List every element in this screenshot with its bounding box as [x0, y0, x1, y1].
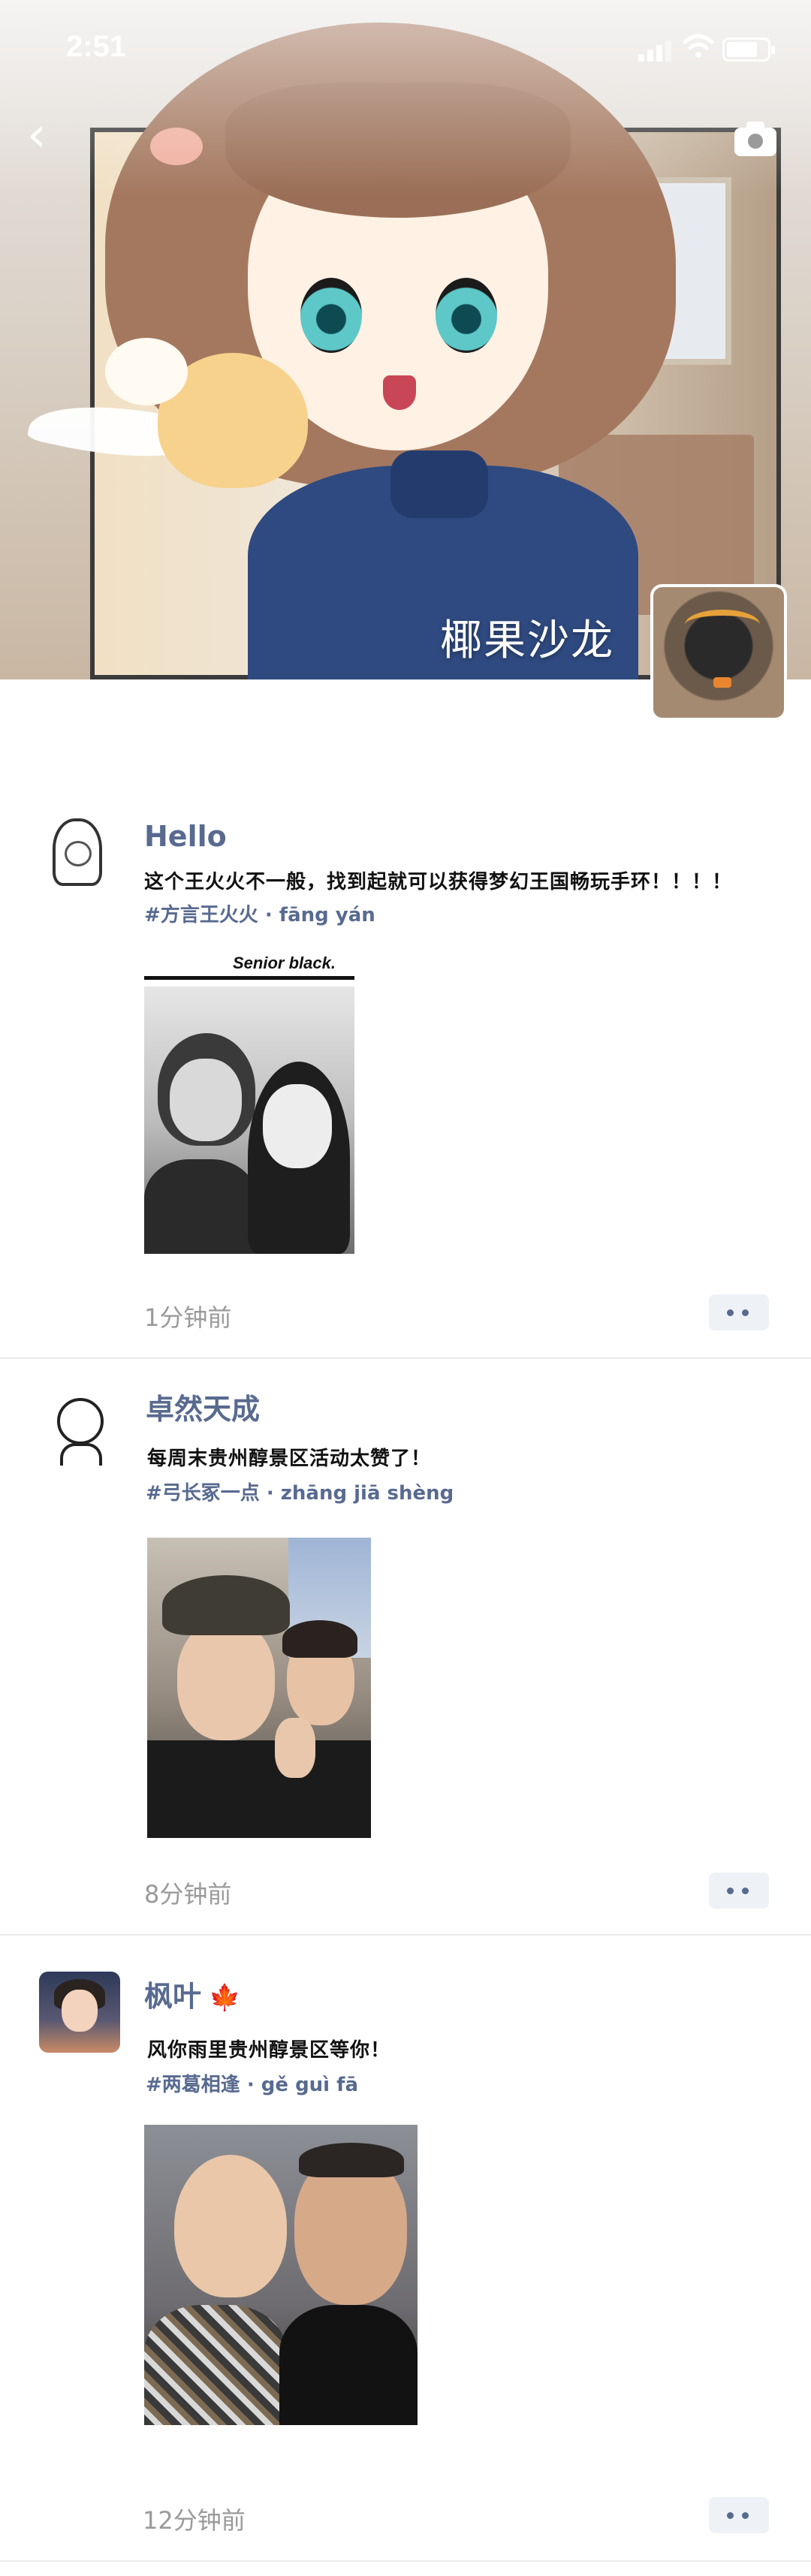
post-tags[interactable]: #两葛相逢 · gě guì fā: [146, 2069, 358, 2097]
person-face: [174, 2155, 287, 2297]
moment-post: 枫叶 🍁 风你雨里贵州醇景区等你！ #两葛相逢 · gě guì fā 12分钟前: [0, 0, 811, 2576]
post-time: 12分钟前: [143, 2506, 246, 2535]
post-author[interactable]: 枫叶 🍁: [144, 1973, 240, 2014]
person-body: [279, 2305, 418, 2425]
post-content: 风你雨里贵州醇景区等你！: [147, 2039, 391, 2062]
person-body: [144, 2305, 287, 2425]
person-hair: [299, 2143, 404, 2177]
person-face: [294, 2155, 407, 2305]
maple-leaf-icon: 🍁: [209, 1983, 241, 2013]
dot-icon: [727, 2512, 734, 2519]
post-author-label: 枫叶: [144, 1980, 202, 2013]
more-button[interactable]: [709, 2497, 769, 2533]
divider: [0, 2560, 811, 2562]
dot-icon: [742, 2512, 749, 2519]
avatar-face: [62, 1990, 98, 2032]
avatar[interactable]: [39, 1972, 120, 2053]
post-photo[interactable]: [144, 2125, 418, 2425]
